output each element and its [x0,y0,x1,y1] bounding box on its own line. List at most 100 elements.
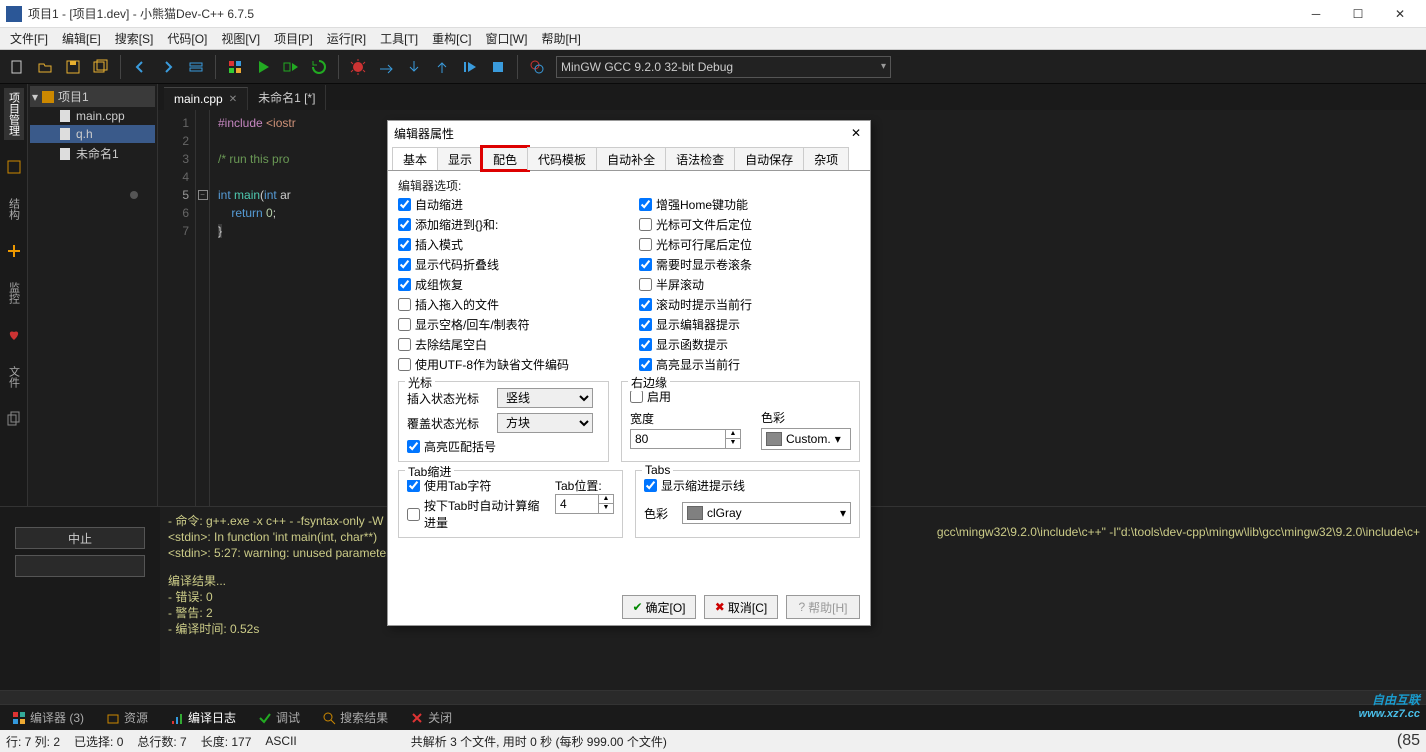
dialog-tab-autocomplete[interactable]: 自动补全 [596,147,666,170]
rebuild-button[interactable] [306,54,332,80]
tree-item[interactable]: q.h [30,125,155,143]
dialog-tab-autosave[interactable]: 自动保存 [734,147,804,170]
opt-right-8[interactable]: 高亮显示当前行 [639,356,860,373]
dialog-tab-misc[interactable]: 杂项 [803,147,849,170]
plus-icon[interactable] [5,242,23,260]
tab-pos-spinner[interactable]: ▲▼ [555,494,614,514]
opt-right-4[interactable]: 半屏滚动 [639,276,860,293]
copy-icon[interactable] [5,410,23,428]
bottom-tab-compiler[interactable]: 编译器 (3) [6,707,90,728]
side-tab-files[interactable]: 文件 [4,362,24,392]
compiler-select[interactable]: MinGW GCC 9.2.0 32-bit Debug ▾ [556,56,891,78]
spin-up-icon[interactable]: ▲ [726,430,740,439]
opt-right-1[interactable]: 光标可文件后定位 [639,216,860,233]
save-all-button[interactable] [88,54,114,80]
book-icon[interactable] [5,158,23,176]
compile-run-button[interactable] [278,54,304,80]
close-button[interactable]: ✕ [1388,4,1412,24]
menu-search[interactable]: 搜索[S] [109,28,160,49]
overwrite-cursor-select[interactable]: 方块 [497,413,593,433]
dialog-close-button[interactable]: ✕ [848,125,864,141]
auto-calc-checkbox[interactable]: 按下Tab时自动计算缩进量 [407,497,545,531]
menu-code[interactable]: 代码[O] [161,28,213,49]
menu-edit[interactable]: 编辑[E] [56,28,107,49]
forward-button[interactable] [155,54,181,80]
insert-cursor-select[interactable]: 竖线 [497,388,593,408]
tree-item[interactable]: main.cpp [30,107,155,125]
editor-tab[interactable]: main.cpp✕ [164,87,248,110]
menu-project[interactable]: 项目[P] [268,28,319,49]
opt-left-2[interactable]: 插入模式 [398,236,619,253]
bottom-tab-resources[interactable]: 资源 [100,707,154,728]
close-icon[interactable]: ✕ [229,94,237,105]
bottom-tab-log[interactable]: 编译日志 [164,707,242,728]
bottom-tab-close[interactable]: 关闭 [404,707,458,728]
tree-root[interactable]: ▾ 项目1 [30,86,155,107]
opt-left-1[interactable]: 添加缩进到{}和: [398,216,619,233]
ok-button[interactable]: ✔确定[O] [622,595,696,619]
stop-debug-button[interactable] [485,54,511,80]
dialog-tab-display[interactable]: 显示 [437,147,483,170]
heart-icon[interactable] [5,326,23,344]
maximize-button[interactable]: ☐ [1346,4,1370,24]
stop-compile-button[interactable]: 中止 [15,527,145,549]
help-button[interactable]: ?帮助[H] [786,595,860,619]
side-tab-structure[interactable]: 结构 [4,194,24,224]
step-out-button[interactable] [429,54,455,80]
margin-color-select[interactable]: Custom.▾ [761,428,851,450]
continue-button[interactable] [457,54,483,80]
menu-run[interactable]: 运行[R] [321,28,372,49]
side-tab-watch[interactable]: 监控 [4,278,24,308]
goto-button[interactable] [183,54,209,80]
spin-down-icon[interactable]: ▼ [599,504,613,513]
menu-window[interactable]: 窗口[W] [479,28,533,49]
opt-left-7[interactable]: 去除结尾空白 [398,336,619,353]
tabs-color-select[interactable]: clGray▾ [682,502,851,524]
spin-down-icon[interactable]: ▼ [726,439,740,448]
back-button[interactable] [127,54,153,80]
highlight-braces-checkbox[interactable]: 高亮匹配括号 [407,438,600,455]
opt-right-5[interactable]: 滚动时提示当前行 [639,296,860,313]
horizontal-scrollbar[interactable] [0,690,1426,704]
debug-button[interactable] [345,54,371,80]
opt-right-3[interactable]: 需要时显示卷滚条 [639,256,860,273]
dialog-tab-colors[interactable]: 配色 [482,147,528,170]
step-into-button[interactable] [401,54,427,80]
dialog-tab-basic[interactable]: 基本 [392,147,438,170]
menu-view[interactable]: 视图[V] [215,28,266,49]
new-file-button[interactable] [4,54,30,80]
editor-tab[interactable]: 未命名1 [*] [248,85,326,110]
show-indent-hint-checkbox[interactable]: 显示缩进提示线 [644,477,851,494]
opt-left-3[interactable]: 显示代码折叠线 [398,256,619,273]
open-button[interactable] [32,54,58,80]
width-spinner[interactable]: ▲▼ [630,429,741,449]
bottom-tab-debug[interactable]: 调试 [252,707,306,728]
side-tab-project[interactable]: 项目管理 [4,88,24,140]
fold-minus-icon[interactable]: − [198,190,208,200]
cancel-button[interactable]: ✖取消[C] [704,595,778,619]
menu-tools[interactable]: 工具[T] [374,28,424,49]
opt-left-8[interactable]: 使用UTF-8作为缺省文件编码 [398,356,619,373]
opt-left-0[interactable]: 自动缩进 [398,196,619,213]
dialog-tab-syntax[interactable]: 语法检查 [665,147,735,170]
run-button[interactable] [250,54,276,80]
spin-up-icon[interactable]: ▲ [599,495,613,504]
dialog-title-bar[interactable]: 编辑器属性 ✕ [388,121,870,145]
opt-right-2[interactable]: 光标可行尾后定位 [639,236,860,253]
opt-left-5[interactable]: 插入拖入的文件 [398,296,619,313]
compile-button[interactable] [222,54,248,80]
add-watch-button[interactable] [524,54,550,80]
blank-button[interactable] [15,555,145,577]
save-button[interactable] [60,54,86,80]
opt-left-4[interactable]: 成组恢复 [398,276,619,293]
tree-item[interactable]: 未命名1 [30,143,155,164]
menu-file[interactable]: 文件[F] [4,28,54,49]
step-over-button[interactable] [373,54,399,80]
bottom-tab-search[interactable]: 搜索结果 [316,707,394,728]
opt-right-7[interactable]: 显示函数提示 [639,336,860,353]
opt-left-6[interactable]: 显示空格/回车/制表符 [398,316,619,333]
menu-refactor[interactable]: 重构[C] [426,28,477,49]
dialog-tab-templates[interactable]: 代码模板 [527,147,597,170]
menu-help[interactable]: 帮助[H] [535,28,586,49]
minimize-button[interactable]: ─ [1304,4,1328,24]
